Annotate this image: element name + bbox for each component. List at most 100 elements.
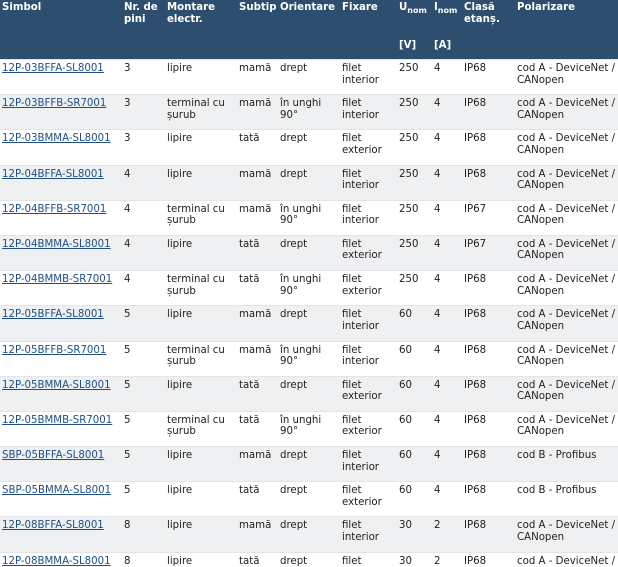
cell-subtip: tată bbox=[237, 551, 278, 567]
header-polarizare[interactable]: Polarizare bbox=[515, 0, 618, 60]
cell-polarizare: cod A - DeviceNet / CANopen bbox=[515, 94, 618, 130]
table-row: 12P-03BFFA-SL8001 3 lipire mamă drept filet i… bbox=[0, 58, 618, 95]
cell-simbol: 12P-04BFFB-SR7001 bbox=[0, 199, 122, 236]
table-row: 12P-08BFFA-SL8001 8 lipire mamă drept filet i… bbox=[0, 516, 618, 553]
header-subtip[interactable]: Subtip bbox=[237, 0, 278, 60]
cell-orientare: drept bbox=[278, 446, 340, 482]
cell-nr-pini: 4 bbox=[122, 234, 165, 271]
header-orientare[interactable]: Orientare bbox=[278, 0, 340, 60]
cell-fixare: filet interior bbox=[340, 516, 397, 553]
table-row: 12P-08BMMA-SL8001 8lipiretatădreptfilet e… bbox=[0, 551, 618, 567]
simbol-link[interactable]: 12P-05BMMB-SR7001 bbox=[2, 415, 112, 426]
simbol-link[interactable]: 12P-04BFFB-SR7001 bbox=[2, 204, 106, 215]
cell-inom: 4 bbox=[432, 164, 462, 201]
simbol-link[interactable]: 12P-04BFFA-SL8001 bbox=[2, 169, 104, 180]
table-row: 12P-04BFFB-SR7001 4 terminal cu șurub mamă î… bbox=[0, 199, 618, 236]
cell-inom: 2 bbox=[432, 551, 462, 567]
simbol-link[interactable]: 12P-03BMMA-SL8001 bbox=[2, 133, 111, 144]
cell-nr-pini: 5 bbox=[122, 410, 165, 447]
header-unom[interactable]: Unom [V] bbox=[397, 0, 432, 60]
cell-orientare: în unghi 90° bbox=[278, 94, 340, 130]
simbol-link[interactable]: 12P-03BFFA-SL8001 bbox=[2, 63, 104, 74]
cell-clasa: IP68 bbox=[462, 58, 515, 95]
cell-unom: 250 bbox=[397, 270, 432, 306]
header-nr-pini[interactable]: Nr. de pini bbox=[122, 0, 165, 60]
cell-fixare: filet interior bbox=[340, 58, 397, 95]
cell-nr-pini: 5 bbox=[122, 481, 165, 517]
header-montare[interactable]: Montare electr. bbox=[165, 0, 237, 60]
cell-montare: lipire bbox=[165, 129, 237, 166]
cell-simbol: 12P-03BFFA-SL8001 bbox=[0, 58, 122, 95]
cell-simbol: 12P-05BMMB-SR7001 bbox=[0, 410, 122, 447]
cell-polarizare: cod B - Profibus bbox=[515, 481, 618, 517]
cell-nr-pini: 5 bbox=[122, 446, 165, 482]
simbol-link[interactable]: 12P-05BFFA-SL8001 bbox=[2, 309, 104, 320]
cell-clasa: IP68 bbox=[462, 305, 515, 341]
table-body: 12P-03BFFA-SL8001 3 lipire mamă drept filet i… bbox=[0, 58, 618, 567]
cell-clasa: IP68 bbox=[462, 516, 515, 553]
cell-clasa: IP68 bbox=[462, 94, 515, 130]
simbol-link[interactable]: 12P-04BMMB-SR7001 bbox=[2, 274, 112, 285]
cell-subtip: mamă bbox=[237, 164, 278, 201]
simbol-link[interactable]: 12P-05BMMA-SL8001 bbox=[2, 380, 111, 391]
cell-subtip: mamă bbox=[237, 340, 278, 377]
header-inom[interactable]: Inom [A] bbox=[432, 0, 462, 60]
cell-montare: terminal cu șurub bbox=[165, 340, 237, 377]
cell-unom: 30 bbox=[397, 516, 432, 553]
cell-clasa: IP68 bbox=[462, 551, 515, 567]
cell-fixare: filet exterior bbox=[340, 129, 397, 166]
cell-unom: 60 bbox=[397, 410, 432, 447]
cell-orientare: drept bbox=[278, 234, 340, 271]
cell-subtip: tată bbox=[237, 410, 278, 447]
cell-simbol: 12P-03BMMA-SL8001 bbox=[0, 129, 122, 166]
simbol-link[interactable]: 12P-08BMMA-SL8001 bbox=[2, 556, 111, 567]
cell-polarizare: cod A - DeviceNet / CANopen bbox=[515, 199, 618, 236]
cell-inom: 4 bbox=[432, 305, 462, 341]
cell-orientare: drept bbox=[278, 551, 340, 567]
simbol-link[interactable]: 12P-05BFFB-SR7001 bbox=[2, 345, 106, 356]
cell-unom: 60 bbox=[397, 340, 432, 377]
cell-unom: 250 bbox=[397, 199, 432, 236]
cell-polarizare: cod B - Profibus bbox=[515, 446, 618, 482]
simbol-link[interactable]: SBP-05BFFA-SL8001 bbox=[2, 450, 104, 461]
cell-subtip: tată bbox=[237, 129, 278, 166]
cell-montare: lipire bbox=[165, 446, 237, 482]
cell-polarizare: cod A - DeviceNet / CANopen bbox=[515, 340, 618, 377]
table-row: SBP-05BFFA-SL8001 5 lipire mamă drept filet i… bbox=[0, 446, 618, 482]
cell-orientare: în unghi 90° bbox=[278, 410, 340, 447]
cell-montare: lipire bbox=[165, 305, 237, 341]
simbol-link[interactable]: 12P-03BFFB-SR7001 bbox=[2, 98, 106, 109]
cell-fixare: filet interior bbox=[340, 340, 397, 377]
table-row: SBP-05BMMA-SL8001 5 lipire tată drept filet e… bbox=[0, 481, 618, 517]
simbol-link[interactable]: SBP-05BMMA-SL8001 bbox=[2, 485, 111, 496]
simbol-link[interactable]: 12P-04BMMA-SL8001 bbox=[2, 239, 111, 250]
cell-orientare: în unghi 90° bbox=[278, 199, 340, 236]
table-row: 12P-05BFFB-SR7001 5 terminal cu șurub mamă î… bbox=[0, 340, 618, 377]
cell-orientare: drept bbox=[278, 375, 340, 412]
cell-unom: 250 bbox=[397, 164, 432, 201]
table-row: 12P-03BMMA-SL8001 3 lipire tată drept filet e… bbox=[0, 129, 618, 166]
cell-montare: lipire bbox=[165, 551, 237, 567]
cell-nr-pini: 4 bbox=[122, 164, 165, 201]
cell-polarizare: cod A - DeviceNet / CANopen bbox=[515, 58, 618, 95]
cell-clasa: IP68 bbox=[462, 410, 515, 447]
cell-clasa: IP68 bbox=[462, 375, 515, 412]
cell-polarizare: cod A - DeviceNet / CANopen bbox=[515, 270, 618, 306]
header-clasa[interactable]: Clasă etanș. bbox=[462, 0, 515, 60]
cell-polarizare: cod A - DeviceNet / CANopen bbox=[515, 234, 618, 271]
header-fixare[interactable]: Fixare bbox=[340, 0, 397, 60]
simbol-link[interactable]: 12P-08BFFA-SL8001 bbox=[2, 520, 104, 531]
cell-inom: 4 bbox=[432, 199, 462, 236]
cell-orientare: drept bbox=[278, 58, 340, 95]
header-simbol[interactable]: Simbol bbox=[0, 0, 122, 60]
cell-inom: 4 bbox=[432, 481, 462, 517]
cell-inom: 4 bbox=[432, 58, 462, 95]
cell-nr-pini: 3 bbox=[122, 129, 165, 166]
cell-fixare: filet exterior bbox=[340, 375, 397, 412]
cell-simbol: 12P-04BMMB-SR7001 bbox=[0, 270, 122, 306]
table-row: 12P-03BFFB-SR7001 3 terminal cu șurub mamă î… bbox=[0, 94, 618, 130]
cell-montare: terminal cu șurub bbox=[165, 94, 237, 130]
cell-orientare: drept bbox=[278, 516, 340, 553]
cell-montare: terminal cu șurub bbox=[165, 410, 237, 447]
cell-fixare: filet interior bbox=[340, 199, 397, 236]
